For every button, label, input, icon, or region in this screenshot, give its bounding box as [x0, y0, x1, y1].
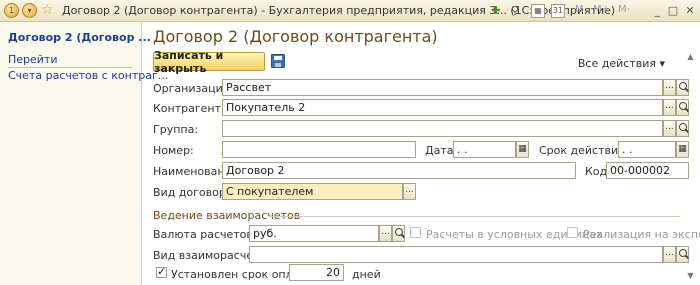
organization-field[interactable]: Рассвет [222, 79, 663, 96]
number-label: Номер: [153, 144, 194, 157]
payment-term-checkbox[interactable] [156, 265, 167, 278]
name-field[interactable]: Договор 2 [222, 162, 576, 179]
favorite-star-icon[interactable]: ☆ [41, 3, 54, 18]
group-select-button[interactable]: ... [663, 120, 676, 137]
currency-label: Валюта расчетов: [153, 228, 257, 241]
sidebar-title: Договор 2 (Договор ... [8, 31, 151, 44]
validity-calendar-icon[interactable]: ▦ [676, 141, 689, 158]
add-favorite-icon[interactable]: ✚ [489, 4, 503, 18]
date-field[interactable]: . . [453, 141, 516, 158]
counterparty-select-button[interactable]: ... [663, 99, 676, 116]
counterparty-field[interactable]: Покупатель 2 [222, 99, 663, 116]
group-field[interactable] [222, 120, 663, 137]
page-title: Договор 2 (Договор контрагента) [153, 27, 438, 46]
payment-term-unit: дней [352, 268, 381, 281]
sidebar: Договор 2 (Договор ... Перейти Счета рас… [0, 22, 168, 285]
contract-type-select-button[interactable]: ... [403, 183, 416, 200]
maximize-icon[interactable]: □ [666, 4, 680, 18]
export-label: Реализация на экспорт [583, 228, 700, 241]
scroll-down-icon[interactable]: ▼ [685, 269, 696, 283]
currency-select-button[interactable]: ... [379, 225, 392, 242]
memory-plus-button[interactable]: M+ [593, 4, 610, 15]
settlement-type-search-icon[interactable] [676, 246, 689, 263]
menu-dropdown-icon[interactable]: ▾ [22, 3, 37, 18]
calendar-icon[interactable]: 31 [551, 4, 565, 18]
number-field[interactable] [222, 141, 416, 158]
link-icon[interactable]: ⚲ [508, 4, 522, 18]
calculator-icon[interactable]: ▦ [531, 4, 545, 18]
settlement-type-field[interactable] [249, 246, 663, 263]
save-and-close-button[interactable]: Записать и закрыть [153, 49, 265, 75]
memory-minus-button[interactable]: M- [618, 4, 630, 15]
settlement-type-select-button[interactable]: ... [663, 246, 676, 263]
currency-field[interactable]: руб. [249, 225, 379, 242]
close-icon[interactable]: ✕ [683, 4, 697, 18]
export-checkbox[interactable] [567, 227, 578, 238]
contract-type-field[interactable]: С покупателем [222, 183, 403, 200]
group-search-icon[interactable] [676, 120, 689, 137]
title-bar: 1 ▾ ☆ Договор 2 (Договор контрагента) - … [0, 0, 700, 22]
app-logo-icon[interactable]: 1 [4, 3, 19, 18]
validity-label: Срок действия: [539, 144, 629, 157]
all-actions-menu[interactable]: Все действия ▾ [578, 57, 665, 70]
organization-select-button[interactable]: ... [663, 79, 676, 96]
counterparty-label: Контрагент: [153, 102, 225, 115]
organization-search-icon[interactable] [676, 79, 689, 96]
validity-field[interactable]: . . [618, 141, 676, 158]
minimize-icon[interactable]: _ [650, 4, 664, 18]
group-label: Группа: [153, 123, 199, 136]
section-divider [270, 216, 680, 217]
form-panel: Договор 2 (Договор контрагента) Записать… [143, 22, 700, 285]
save-disk-icon[interactable] [271, 54, 285, 68]
counterparty-search-icon[interactable] [676, 99, 689, 116]
payment-term-days-field[interactable]: 20 [289, 264, 344, 281]
code-field[interactable]: 00-000002 [606, 162, 689, 179]
conventional-units-checkbox[interactable] [410, 227, 421, 238]
scroll-up-icon[interactable]: ▲ [685, 50, 696, 64]
date-calendar-icon[interactable]: ▦ [516, 141, 529, 158]
memory-m-button[interactable]: M [575, 4, 584, 15]
sidebar-section-go: Перейти [8, 53, 132, 68]
currency-search-icon[interactable] [392, 225, 405, 242]
